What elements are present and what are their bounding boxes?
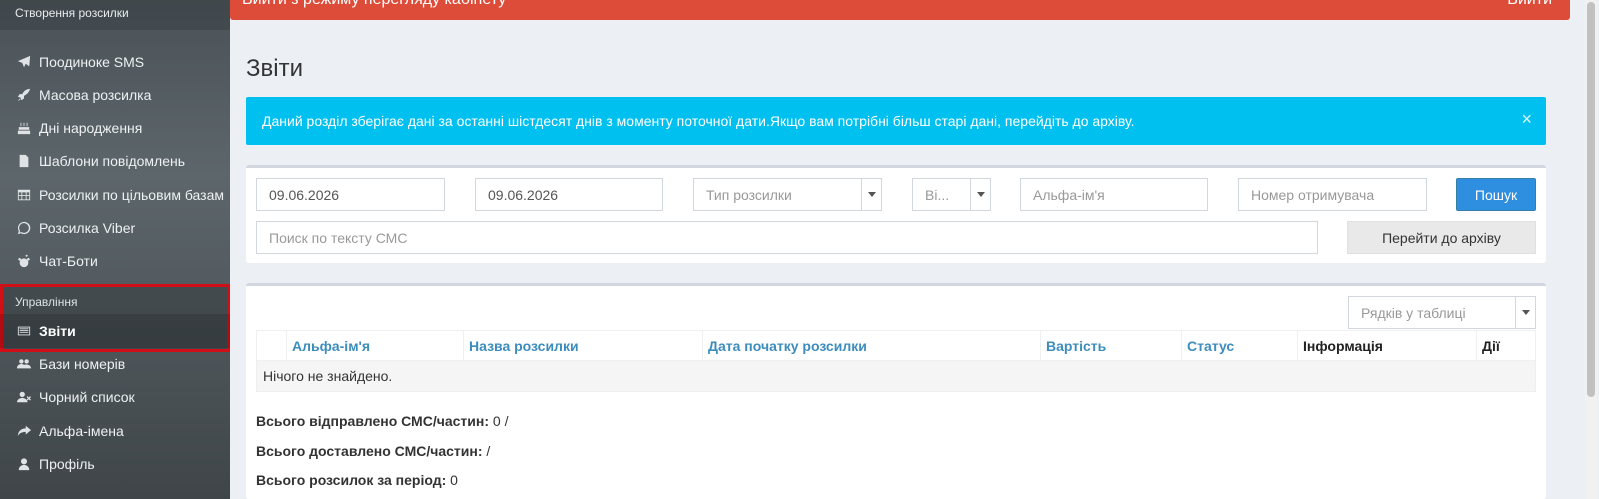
rows-per-page-select[interactable]: Рядків у таблиці [1348,296,1536,329]
column-header-info: Інформація [1297,330,1477,361]
alpha-name-input[interactable]: Альфа-ім'я [1020,178,1208,211]
empty-message: Нічого не знайдено. [256,360,1536,392]
sidebar-section-manage: Управління [15,295,78,309]
chevron-down-icon [861,179,881,210]
share-icon [15,424,33,438]
sidebar: Створення розсилки Поодиноке SMS Масова … [0,0,230,499]
sidebar-section-create: Створення розсилки [0,0,230,30]
sidebar-item-label: Профіль [39,456,95,472]
summary-delivered: Всього доставлено СМС/частин: / [256,443,490,459]
results-box: Рядків у таблиці Альфа-ім'я Назва розсил… [246,283,1546,499]
table-icon [15,188,33,202]
mailing-type-placeholder: Тип розсилки [706,186,792,203]
date-to-input[interactable]: 09.06.2026 [475,178,663,211]
impersonation-bar: Вийти з режиму перегляду кабінету Вийти [230,0,1570,20]
column-header-blank [256,330,287,361]
impersonation-title: Вийти з режиму перегляду кабінету [242,0,506,9]
summary-delivered-value: / [486,443,491,459]
sidebar-item-templates[interactable]: Шаблони повідомлень [0,144,230,178]
sidebar-item-label: Чат-Боти [39,253,98,269]
birthday-cake-icon [15,121,33,135]
go-to-archive-button[interactable]: Перейти до архіву [1347,221,1536,254]
mailing-type-select[interactable]: Тип розсилки [693,178,882,211]
summary-sent-label: Всього відправлено СМС/частин: [256,413,490,429]
sidebar-item-viber[interactable]: Розсилка Viber [0,211,230,245]
column-header-actions: Дії [1476,330,1536,361]
close-icon[interactable]: × [1521,109,1532,130]
sidebar-item-label: Масова розсилка [39,87,152,103]
sidebar-item-label: Альфа-імена [39,423,124,439]
users-icon [15,357,33,371]
recipient-number-input[interactable]: Номер отримувача [1238,178,1427,211]
column-header-cost[interactable]: Вартість [1040,330,1182,361]
summary-mailings: Всього розсилок за період: 0 [256,472,458,488]
filters-box: 09.06.2026 09.06.2026 Тип розсилки Ві...… [246,165,1546,263]
info-alert: Даний розділ зберігає дані за останні ші… [246,97,1546,145]
reddit-icon [15,254,33,268]
sidebar-item-label: Звіти [39,323,76,339]
sidebar-item-label: Поодиноке SMS [39,54,145,70]
short-select-value: Ві... [925,186,950,203]
sidebar-item-number-bases[interactable]: Бази номерів [0,347,230,381]
sidebar-item-label: Шаблони повідомлень [39,153,186,169]
file-text-icon [15,154,33,168]
sidebar-item-chatbots[interactable]: Чат-Боти [0,244,230,278]
sidebar-item-label: Бази номерів [39,356,126,372]
short-select[interactable]: Ві... [912,178,991,211]
sidebar-item-label: Розсилки по цільовим базам [39,187,225,203]
sidebar-item-birthdays[interactable]: Дні народження [0,111,230,145]
rows-per-page-placeholder: Рядків у таблиці [1361,304,1466,321]
alert-text: Даний розділ зберігає дані за останні ші… [262,113,1135,129]
sidebar-item-single-sms[interactable]: Поодиноке SMS [0,45,230,79]
rocket-icon [15,88,33,102]
summary-mailings-label: Всього розсилок за період: [256,472,447,488]
column-header-mailing-name[interactable]: Назва розсилки [463,330,703,361]
column-header-start-date[interactable]: Дата початку розсилки [702,330,1041,361]
summary-delivered-label: Всього доставлено СМС/частин: [256,443,483,459]
user-times-icon [15,390,33,404]
page-scrollbar[interactable] [1585,0,1597,499]
table-row: Нічого не знайдено. [256,360,1536,392]
chevron-down-icon [1515,297,1535,328]
exit-link[interactable]: Вийти [1507,0,1552,9]
sidebar-item-label: Розсилка Viber [39,220,136,236]
paper-plane-icon [15,55,33,69]
whatsapp-icon [15,221,33,235]
sidebar-item-blacklist[interactable]: Чорний список [0,380,230,414]
list-alt-icon [15,324,33,338]
summary-mailings-value: 0 [450,472,458,488]
page-title: Звіти [246,55,303,82]
column-header-status[interactable]: Статус [1181,330,1298,361]
date-from-input[interactable]: 09.06.2026 [256,178,445,211]
search-button[interactable]: Пошук [1456,178,1536,211]
sidebar-item-reports[interactable]: Звіти [0,314,230,348]
table-header-row: Альфа-ім'я Назва розсилки Дата початку р… [256,330,1536,361]
summary-sent-value: 0 / [492,413,509,429]
column-header-alpha-name[interactable]: Альфа-ім'я [286,330,464,361]
sidebar-item-target-bases[interactable]: Розсилки по цільовим базам [0,178,230,212]
sidebar-item-label: Дні народження [39,120,143,136]
reports-table: Альфа-ім'я Назва розсилки Дата початку р… [256,330,1536,392]
sidebar-item-label: Чорний список [39,389,135,405]
sidebar-item-alpha-names[interactable]: Альфа-імена [0,414,230,448]
user-icon [15,457,33,471]
sms-text-search-input[interactable]: Поиск по тексту СМС [256,221,1318,254]
main-content: Вийти з режиму перегляду кабінету Вийти … [230,0,1585,499]
chevron-down-icon [970,179,990,210]
summary-sent: Всього відправлено СМС/частин: 0 / [256,413,508,429]
scrollbar-thumb[interactable] [1587,2,1595,397]
sidebar-item-profile[interactable]: Профіль [0,447,230,481]
sidebar-item-mass-mailing[interactable]: Масова розсилка [0,78,230,112]
